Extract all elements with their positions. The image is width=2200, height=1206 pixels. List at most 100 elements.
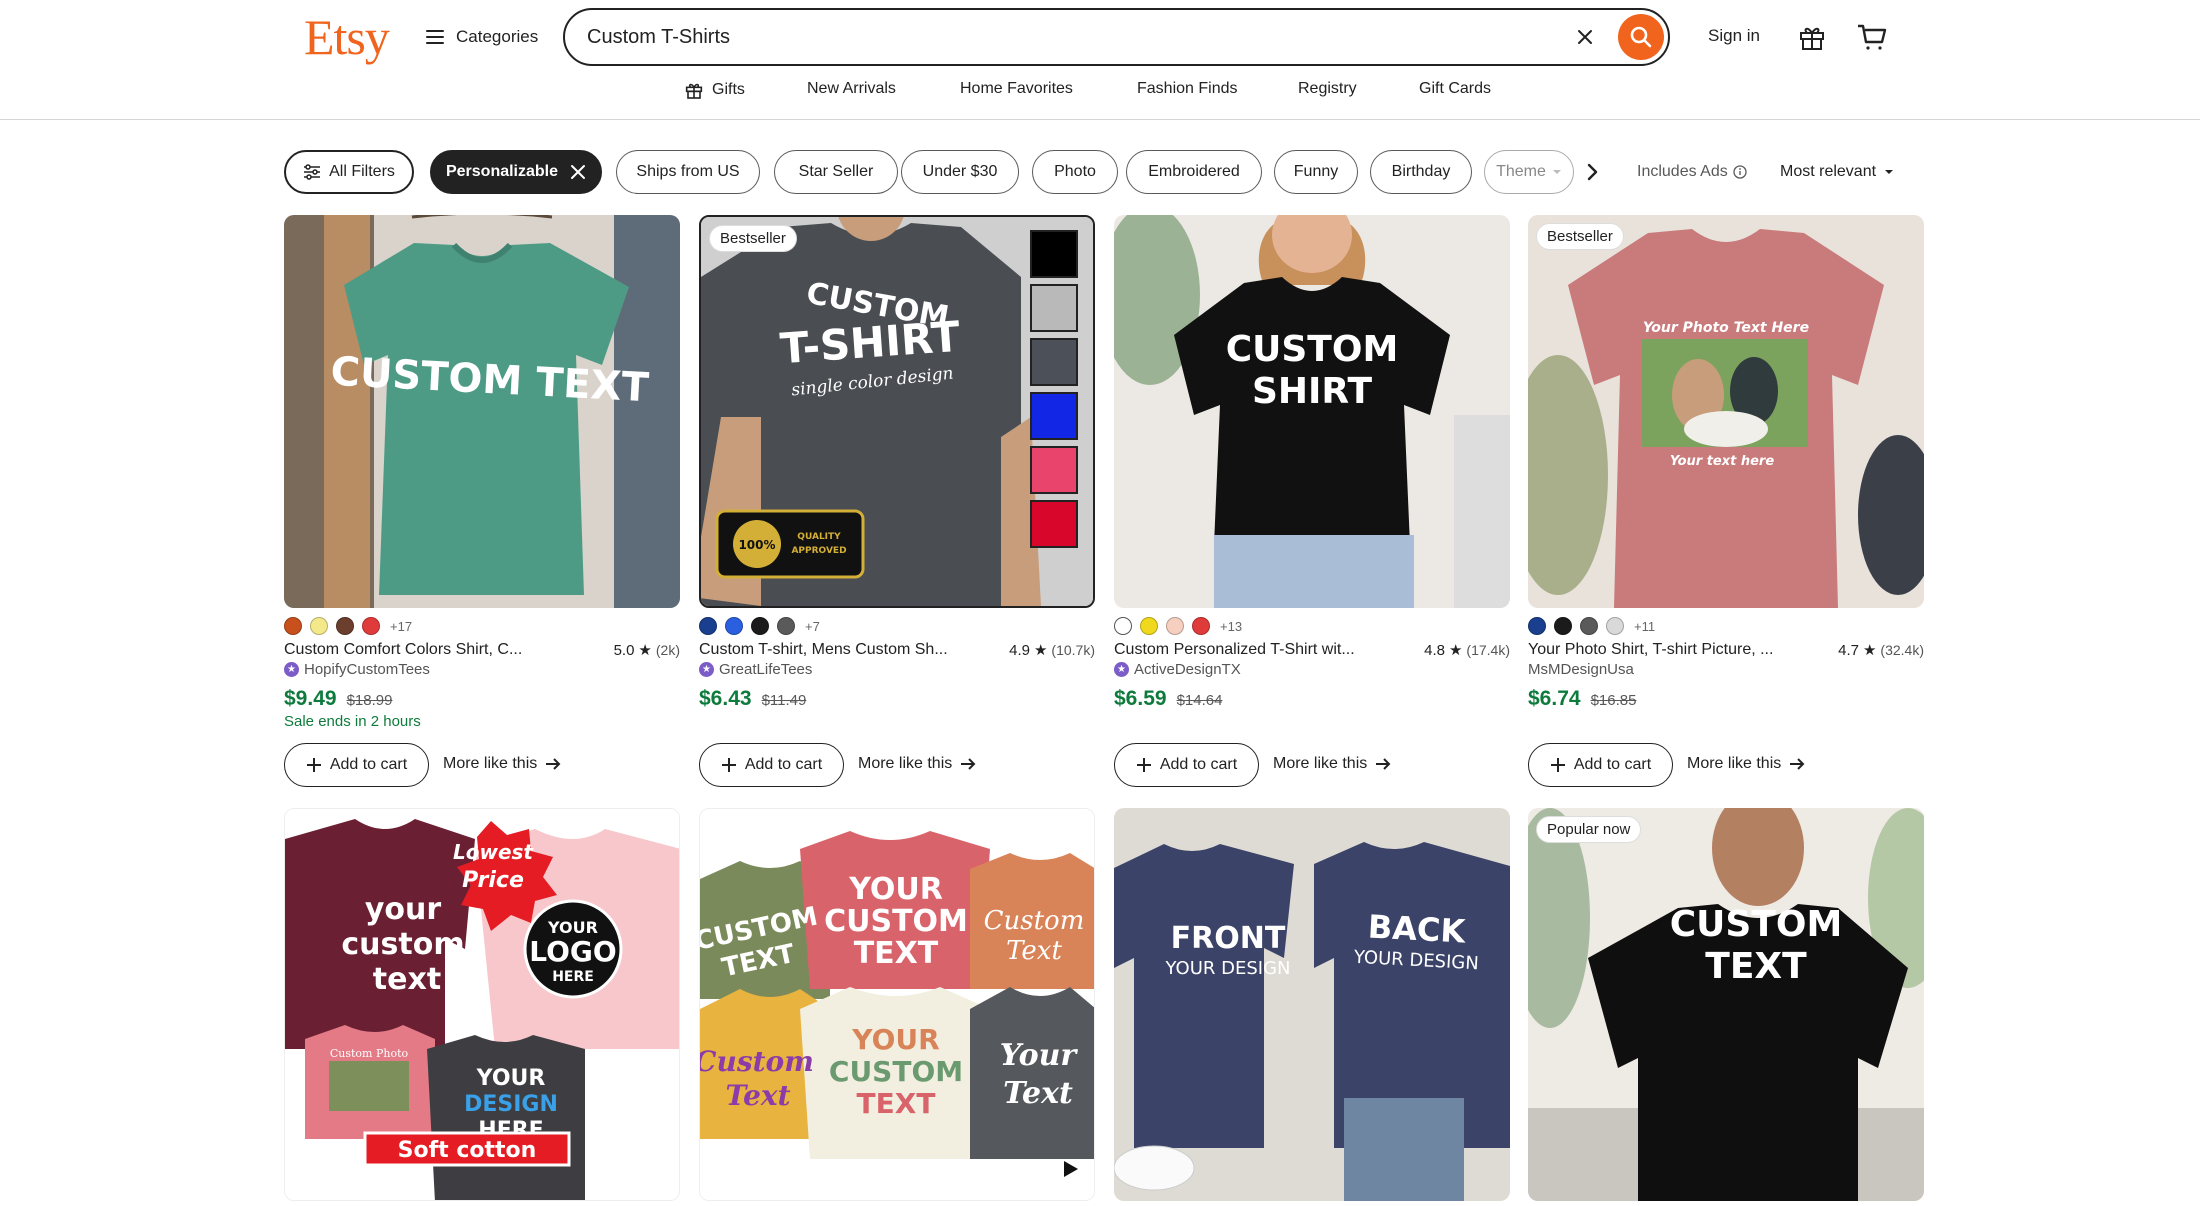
shop-name[interactable]: ★ HopifyCustomTees [284,661,430,678]
includes-ads-notice[interactable]: Includes Ads [1637,150,1747,194]
filter-chip-theme[interactable]: Theme [1484,150,1574,194]
subnav-label: Gifts [712,81,745,98]
listing-card[interactable]: CUSTOM TEXT Popular now [1528,808,1924,1204]
color-swatches: +11 [1528,617,1655,635]
svg-text:FRONT: FRONT [1171,921,1286,956]
svg-text:100%: 100% [738,538,775,552]
plus-icon [721,758,736,772]
svg-text:Custom: Custom [700,1045,814,1078]
listing-card[interactable]: CUSTOM TEXT YOUR CUSTOM TEXT Custom Text… [699,808,1095,1204]
search-input[interactable] [587,25,1547,49]
plus-icon [1136,758,1151,772]
gift-icon [685,83,703,99]
listing-title[interactable]: Custom Comfort Colors Shirt, C... [284,641,574,659]
bestseller-badge: Bestseller [1536,223,1624,250]
svg-text:YOUR: YOUR [476,1066,546,1091]
listing-card[interactable]: Your Photo Text Here Your text here Best… [1528,215,1924,790]
more-like-this-link[interactable]: More like this [1687,755,1805,773]
site-header: Etsy Categories Sign in Gifts New Arriva… [0,0,2200,120]
arrow-right-icon [961,758,976,770]
listing-card[interactable]: CUSTOM SHIRT +13 Custom Personalized T-S… [1114,215,1510,790]
caret-down-icon [1885,170,1894,174]
plus-icon [306,758,321,772]
listing-image[interactable]: CUSTOM TEXT [284,215,680,608]
more-like-this-link[interactable]: More like this [443,755,561,773]
rating-value: 4.9 [1009,641,1030,659]
subnav-gifts[interactable]: Gifts [684,80,745,100]
shop-name[interactable]: MsMDesignUsa [1528,661,1634,678]
clear-search-icon[interactable] [1572,24,1598,50]
star-icon: ★ [1448,642,1463,659]
listing-image[interactable]: CUSTOM TEXT Popular now [1528,808,1924,1201]
color-swatch [1192,617,1210,635]
listing-card[interactable]: CUSTOM T-SHIRT single color design 100% … [699,215,1095,790]
etsy-logo[interactable]: Etsy [304,8,390,66]
more-like-label: More like this [1687,755,1782,772]
add-to-cart-button[interactable]: Add to cart [1528,743,1673,787]
more-like-label: More like this [443,755,538,772]
original-price: $11.49 [761,692,807,709]
categories-label: Categories [456,27,539,46]
sign-in-link[interactable]: Sign in [1708,26,1760,46]
filter-chip-funny[interactable]: Funny [1274,150,1358,194]
filter-chip-birthday[interactable]: Birthday [1370,150,1472,194]
filter-chip-under-30[interactable]: Under $30 [901,150,1019,194]
star-icon: ★ [1862,642,1877,659]
add-to-cart-button[interactable]: Add to cart [1114,743,1259,787]
categories-button[interactable]: Categories [426,22,538,52]
listing-card[interactable]: your custom text Lowest Price YOUR LOGO … [284,808,680,1204]
color-swatch [1140,617,1158,635]
color-swatch [751,617,769,635]
add-to-cart-button[interactable]: Add to cart [699,743,844,787]
filter-chip-photo[interactable]: Photo [1032,150,1118,194]
listing-title[interactable]: Custom T-shirt, Mens Custom Sh... [699,641,989,659]
more-like-this-link[interactable]: More like this [1273,755,1391,773]
arrow-right-icon [1790,758,1805,770]
shop-name[interactable]: ★ GreatLifeTees [699,661,812,678]
subnav-home-favorites[interactable]: Home Favorites [960,80,1073,98]
listing-image[interactable]: CUSTOM T-SHIRT single color design 100% … [699,215,1095,608]
all-filters-button[interactable]: All Filters [284,150,414,194]
color-swatches: +13 [1114,617,1242,635]
svg-text:Text: Text [1006,936,1062,966]
listing-card[interactable]: FRONT YOUR DESIGN BACK YOUR DESIGN [1114,808,1510,1204]
search-bar [563,8,1670,66]
add-to-cart-button[interactable]: Add to cart [284,743,429,787]
listing-image[interactable]: your custom text Lowest Price YOUR LOGO … [284,808,680,1201]
search-button[interactable] [1618,14,1664,60]
shop-name[interactable]: ★ ActiveDesignTX [1114,661,1241,678]
listing-card[interactable]: CUSTOM TEXT +17 Custom Comfort Colors Sh… [284,215,680,790]
filter-chip-personalizable-active[interactable]: Personalizable [430,150,602,194]
star-seller-icon: ★ [1114,662,1129,677]
listing-image[interactable]: FRONT YOUR DESIGN BACK YOUR DESIGN [1114,808,1510,1201]
plus-icon [1550,758,1565,772]
more-colors-count: +7 [805,618,820,634]
color-swatch [1528,617,1546,635]
subnav-gift-cards[interactable]: Gift Cards [1419,80,1491,98]
cart-icon[interactable] [1856,22,1888,52]
listing-title[interactable]: Your Photo Shirt, T-shirt Picture, ... [1528,641,1818,659]
arrow-right-icon [1376,758,1391,770]
gift-icon[interactable] [1797,22,1827,52]
chevron-right-icon[interactable] [1586,162,1600,182]
svg-text:YOUR: YOUR [848,872,943,907]
filter-chip-embroidered[interactable]: Embroidered [1126,150,1262,194]
chip-label: Personalizable [445,163,559,180]
color-swatch [1554,617,1572,635]
svg-text:QUALITY: QUALITY [797,532,841,542]
sort-dropdown[interactable]: Most relevant [1780,150,1894,194]
price-block: $6.43 $11.49 [699,687,806,711]
remove-filter-icon[interactable] [570,164,586,180]
subnav-registry[interactable]: Registry [1298,80,1357,98]
star-icon: ★ [1033,642,1048,659]
subnav-fashion-finds[interactable]: Fashion Finds [1137,80,1238,98]
listing-image[interactable]: CUSTOM TEXT YOUR CUSTOM TEXT Custom Text… [699,808,1095,1201]
listing-image[interactable]: CUSTOM SHIRT [1114,215,1510,608]
subnav-new-arrivals[interactable]: New Arrivals [807,80,896,98]
filter-chip-star-seller[interactable]: Star Seller [774,150,898,194]
more-like-this-link[interactable]: More like this [858,755,976,773]
listing-title[interactable]: Custom Personalized T-Shirt wit... [1114,641,1404,659]
filter-chip-ships-from-us[interactable]: Ships from US [616,150,760,194]
listing-image[interactable]: Your Photo Text Here Your text here Best… [1528,215,1924,608]
color-swatch [310,617,328,635]
